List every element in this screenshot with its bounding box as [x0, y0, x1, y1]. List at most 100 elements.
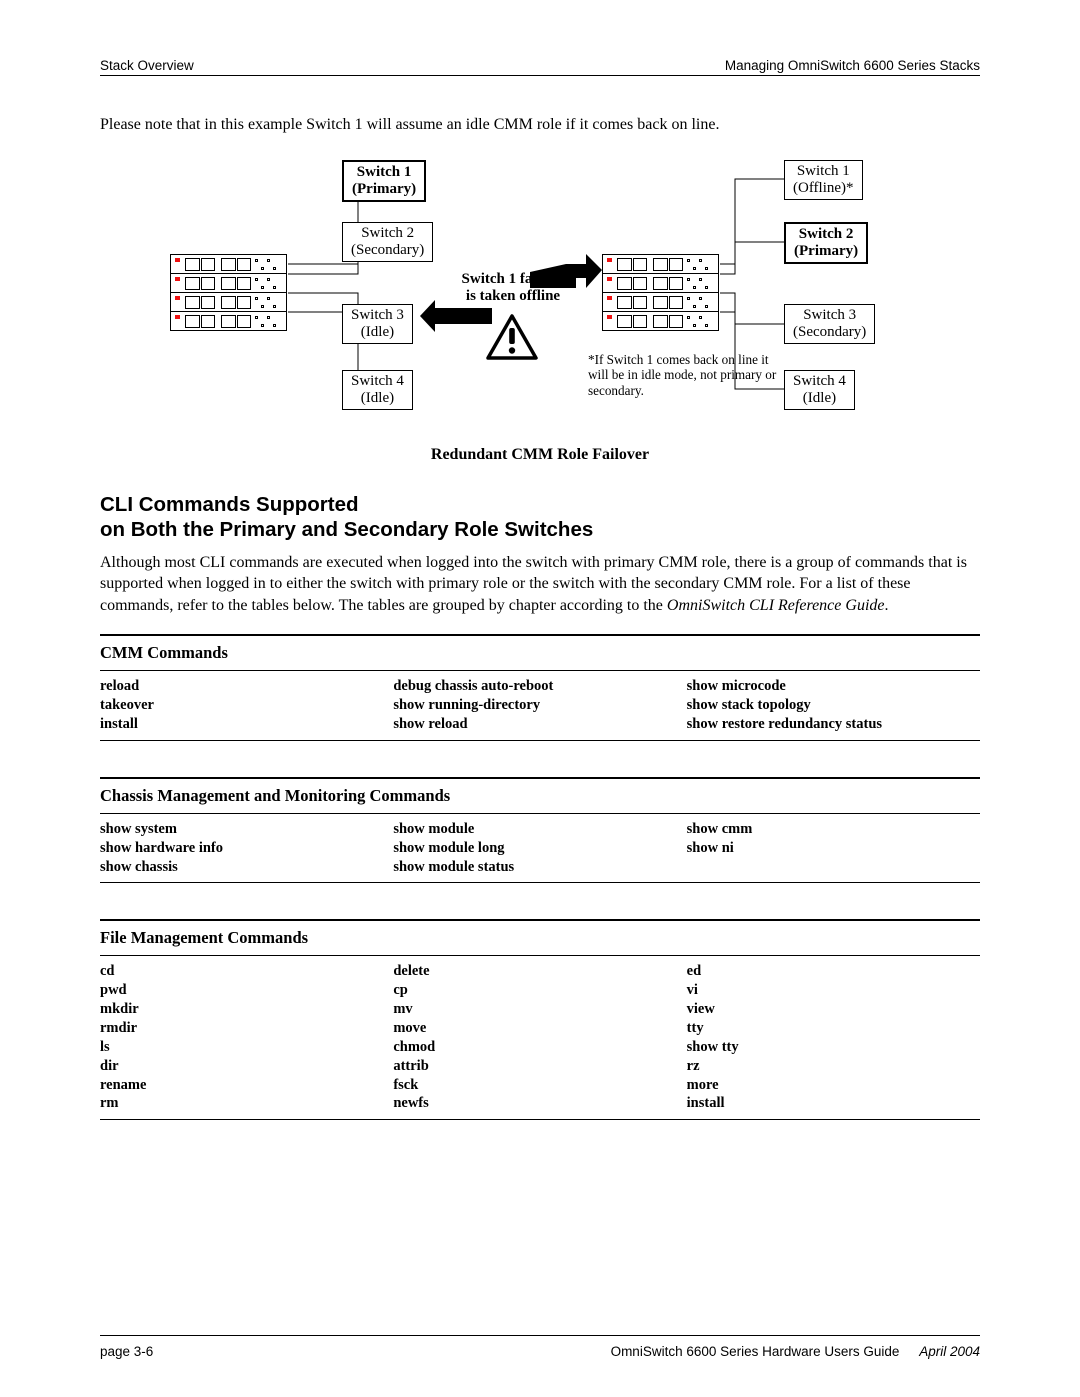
- page-footer: page 3-6 OmniSwitch 6600 Series Hardware…: [100, 1335, 980, 1359]
- command: takeover: [100, 696, 393, 715]
- command: show stack topology: [687, 696, 980, 715]
- command-columns: reloadtakeoverinstalldebug chassis auto-…: [100, 671, 980, 741]
- footer-guide-text: OmniSwitch 6600 Series Hardware Users Gu…: [611, 1344, 900, 1359]
- label-line1: Switch 2: [794, 226, 858, 243]
- switch-unit: [602, 254, 719, 274]
- warning-icon: [486, 314, 538, 360]
- command: install: [687, 1094, 980, 1113]
- command: show tty: [687, 1038, 980, 1057]
- command: show module: [393, 820, 686, 839]
- switch-unit: [170, 292, 287, 312]
- command: rmdir: [100, 1019, 393, 1038]
- command-group: CMM Commandsreloadtakeoverinstalldebug c…: [100, 634, 980, 741]
- footer-guide: OmniSwitch 6600 Series Hardware Users Gu…: [611, 1344, 980, 1359]
- page-header: Stack Overview Managing OmniSwitch 6600 …: [100, 58, 980, 73]
- command-column: show microcodeshow stack topologyshow re…: [687, 677, 980, 734]
- command-column: deletecpmvmovechmodattribfscknewfs: [393, 962, 686, 1113]
- right-label-box: Switch 3(Secondary): [784, 304, 875, 345]
- command: show reload: [393, 715, 686, 734]
- command: view: [687, 1000, 980, 1019]
- command: rename: [100, 1076, 393, 1095]
- header-right: Managing OmniSwitch 6600 Series Stacks: [725, 58, 980, 73]
- command: rm: [100, 1094, 393, 1113]
- left-label-box: Switch 3(Idle): [342, 304, 413, 345]
- command: show running-directory: [393, 696, 686, 715]
- label-line2: (Secondary): [793, 324, 866, 341]
- para-em: OmniSwitch CLI Reference Guide: [667, 597, 885, 614]
- diagram-caption: Redundant CMM Role Failover: [100, 446, 980, 464]
- command: ls: [100, 1038, 393, 1057]
- command: delete: [393, 962, 686, 981]
- label-line2: (Secondary): [351, 242, 424, 259]
- section-title: CLI Commands Supported on Both the Prima…: [100, 492, 980, 542]
- command: cp: [393, 981, 686, 1000]
- command-column: edviviewttyshow ttyrzmoreinstall: [687, 962, 980, 1113]
- failover-diagram: Switch 1 fails or is taken offline *If S…: [170, 154, 910, 434]
- header-rule: [100, 75, 980, 76]
- footer-date: April 2004: [919, 1344, 980, 1359]
- command: tty: [687, 1019, 980, 1038]
- command: chmod: [393, 1038, 686, 1057]
- right-label-box: Switch 2(Primary): [784, 222, 868, 265]
- command-column: cdpwdmkdirrmdirlsdirrenamerm: [100, 962, 393, 1113]
- command: show system: [100, 820, 393, 839]
- command: show hardware info: [100, 839, 393, 858]
- command-group-title: CMM Commands: [100, 634, 980, 671]
- command-columns: show systemshow hardware infoshow chassi…: [100, 814, 980, 884]
- command: ed: [687, 962, 980, 981]
- command: show module status: [393, 858, 686, 877]
- command-columns: cdpwdmkdirrmdirlsdirrenamermdeletecpmvmo…: [100, 956, 980, 1120]
- para-tail: .: [884, 597, 888, 614]
- label-line1: Switch 1: [352, 164, 416, 181]
- command: dir: [100, 1057, 393, 1076]
- command: debug chassis auto-reboot: [393, 677, 686, 696]
- command: more: [687, 1076, 980, 1095]
- left-label-box: Switch 2(Secondary): [342, 222, 433, 263]
- command-column: debug chassis auto-rebootshow running-di…: [393, 677, 686, 734]
- label-line2: (Primary): [352, 181, 416, 198]
- right-label-box: Switch 4(Idle): [784, 370, 855, 411]
- switch-unit: [602, 292, 719, 312]
- command: attrib: [393, 1057, 686, 1076]
- switch-stack-right: [602, 254, 719, 330]
- switch-unit: [602, 273, 719, 293]
- left-label-box: Switch 4(Idle): [342, 370, 413, 411]
- header-left: Stack Overview: [100, 58, 194, 73]
- label-line2: (Idle): [351, 324, 404, 341]
- label-line2: (Primary): [794, 243, 858, 260]
- label-line1: Switch 4: [793, 373, 846, 390]
- label-line1: Switch 2: [351, 225, 424, 242]
- command: install: [100, 715, 393, 734]
- command-group: Chassis Management and Monitoring Comman…: [100, 777, 980, 884]
- switch-stack-left: [170, 254, 287, 330]
- command: move: [393, 1019, 686, 1038]
- command-group-title: Chassis Management and Monitoring Comman…: [100, 777, 980, 814]
- command: pwd: [100, 981, 393, 1000]
- diagram-footnote: *If Switch 1 comes back on line it will …: [588, 352, 788, 400]
- command-group-title: File Management Commands: [100, 919, 980, 956]
- command: show module long: [393, 839, 686, 858]
- command: reload: [100, 677, 393, 696]
- center-note: Switch 1 fails or is taken offline: [448, 271, 578, 306]
- command: show restore redundancy status: [687, 715, 980, 734]
- command: mv: [393, 1000, 686, 1019]
- label-line1: Switch 3: [351, 307, 404, 324]
- label-line2: (Idle): [351, 390, 404, 407]
- command: show ni: [687, 839, 980, 858]
- command: cd: [100, 962, 393, 981]
- command: vi: [687, 981, 980, 1000]
- left-label-box: Switch 1(Primary): [342, 160, 426, 203]
- label-line2: (Offline)*: [793, 180, 854, 197]
- command-column: show moduleshow module longshow module s…: [393, 820, 686, 877]
- section-title-l2: on Both the Primary and Secondary Role S…: [100, 518, 593, 541]
- command: newfs: [393, 1094, 686, 1113]
- footer-page: page 3-6: [100, 1344, 153, 1359]
- label-line1: Switch 4: [351, 373, 404, 390]
- command-column: reloadtakeoverinstall: [100, 677, 393, 734]
- right-label-box: Switch 1(Offline)*: [784, 160, 863, 201]
- command: mkdir: [100, 1000, 393, 1019]
- command: show microcode: [687, 677, 980, 696]
- command-group: File Management Commandscdpwdmkdirrmdirl…: [100, 919, 980, 1120]
- switch-unit: [170, 273, 287, 293]
- switch-unit: [170, 254, 287, 274]
